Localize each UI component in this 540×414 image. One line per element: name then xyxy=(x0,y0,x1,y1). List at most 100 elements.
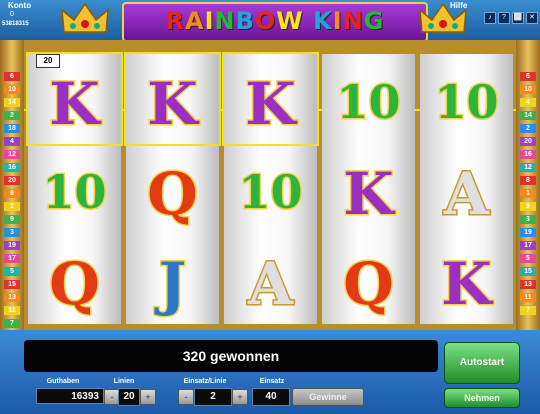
payline-marker: 10 xyxy=(520,85,536,94)
take-win-button[interactable]: Nehmen xyxy=(444,388,520,408)
svg-text:Q: Q xyxy=(343,250,394,318)
guthaben-label: Guthaben xyxy=(46,378,80,385)
logo-letter: K xyxy=(313,7,333,35)
svg-text:Q: Q xyxy=(147,160,198,228)
win-highlight xyxy=(124,52,221,146)
autostart-button[interactable]: Autostart xyxy=(444,342,520,384)
svg-text:K: K xyxy=(343,160,396,228)
reel-symbol: Q xyxy=(322,234,415,324)
payline-marker: 8 xyxy=(4,189,20,198)
logo-letter: I xyxy=(204,7,215,35)
payline-marker: 2 xyxy=(520,124,536,133)
payline-marker: 14 xyxy=(4,98,20,107)
win-line-badge: 20 xyxy=(36,54,60,68)
reel-symbol: A xyxy=(224,234,317,324)
payline-marker: 19 xyxy=(4,241,20,250)
payline-marker: 9 xyxy=(4,215,20,224)
help-icon[interactable]: ? xyxy=(498,12,510,24)
payline-marker: 6 xyxy=(4,72,20,81)
game-logo: RAINBOW KING xyxy=(124,7,426,35)
einsatz-linie-value: 2 xyxy=(194,388,232,406)
reel-symbol: 10 xyxy=(224,144,317,234)
help-link[interactable]: Hilfe xyxy=(450,1,467,10)
logo-letter: O xyxy=(254,7,277,35)
payline-marker: 16 xyxy=(4,163,20,172)
guthaben-value: 16393 xyxy=(36,388,104,404)
reel: 10 K Q xyxy=(322,54,415,324)
payline-marker: 17 xyxy=(4,254,20,263)
reel-symbol: 10 xyxy=(28,144,121,234)
control-panel: 320 gewonnen Autostart Nehmen Guthaben 1… xyxy=(0,330,540,414)
logo-letter: N xyxy=(214,7,236,35)
svg-text:A: A xyxy=(443,160,490,228)
svg-text:J: J xyxy=(154,250,186,318)
svg-text:10: 10 xyxy=(434,75,498,129)
payline-marker: 18 xyxy=(4,124,20,133)
payline-marker: 14 xyxy=(520,111,536,120)
payline-marker: 7 xyxy=(4,319,20,328)
payline-marker: 13 xyxy=(4,293,20,302)
einsatz-label: Einsatz xyxy=(259,378,285,385)
logo-letter: N xyxy=(342,7,364,35)
logo-letter xyxy=(304,7,313,35)
einsatz-linie-minus-button[interactable]: - xyxy=(178,389,194,405)
reel-symbol: K xyxy=(420,234,513,324)
svg-text:10: 10 xyxy=(238,165,302,219)
payline-marker: 10 xyxy=(4,85,20,94)
payline-marker: 19 xyxy=(520,228,536,237)
payline-marker: 1 xyxy=(520,189,536,198)
linien-plus-button[interactable]: + xyxy=(140,389,156,405)
payline-marker: 11 xyxy=(520,293,536,302)
logo-letter: A xyxy=(184,7,205,35)
payline-marker: 5 xyxy=(4,267,20,276)
payline-marker: 3 xyxy=(520,215,536,224)
payline-marker: 8 xyxy=(520,176,536,185)
paylines-right: 6 10 4 14 2 20 16 12 8 1 9 3 19 17 5 15 13 11 7 xyxy=(516,40,540,330)
payline-marker: 20 xyxy=(520,137,536,146)
gewinne-button[interactable]: Gewinne xyxy=(292,388,364,406)
payline-marker: 6 xyxy=(520,72,536,81)
reel-symbol: K xyxy=(322,144,415,234)
linien-value: 20 xyxy=(118,388,140,406)
crown-icon xyxy=(61,2,109,33)
reel: 10 A K xyxy=(420,54,513,324)
reel-symbol: Q xyxy=(126,144,219,234)
fullscreen-icon[interactable]: ⬜ xyxy=(512,12,524,24)
top-bar: Konto 0 53818315 RAINBOW KING Hilfe ♪ ? … xyxy=(0,0,540,42)
logo-letter: W xyxy=(276,7,304,35)
reel-symbol: Q xyxy=(28,234,121,324)
paylines-left: 6 10 14 2 18 4 12 16 20 8 1 9 3 19 17 5 15 13 11 7 xyxy=(0,40,24,330)
payline-marker: 11 xyxy=(4,306,20,315)
einsatz-linie-label: Einsatz/Linie xyxy=(183,378,227,385)
logo-letter: G xyxy=(363,7,385,35)
logo-letter: I xyxy=(332,7,343,35)
sound-icon[interactable]: ♪ xyxy=(484,12,496,24)
payline-marker: 4 xyxy=(520,98,536,107)
win-highlight xyxy=(222,52,319,146)
einsatz-value: 40 xyxy=(252,388,290,406)
payline-marker: 1 xyxy=(4,202,20,211)
einsatz-linie-plus-button[interactable]: + xyxy=(232,389,248,405)
reel-symbol: J xyxy=(126,234,219,324)
payline-marker: 3 xyxy=(4,228,20,237)
payline-marker: 2 xyxy=(4,111,20,120)
payline-marker: 15 xyxy=(520,267,536,276)
payline-marker: 13 xyxy=(520,280,536,289)
payline-marker: 12 xyxy=(4,150,20,159)
payline-marker: 5 xyxy=(520,254,536,263)
svg-text:A: A xyxy=(247,250,294,318)
payline-marker: 12 xyxy=(520,163,536,172)
close-icon[interactable]: ✕ xyxy=(526,12,538,24)
reels-area: K 10 Q K Q J K 10 A 10 K Q 10 A K 20 xyxy=(24,40,516,330)
logo-banner: RAINBOW KING xyxy=(122,2,428,42)
payline-marker: 17 xyxy=(520,241,536,250)
linien-label: Linien xyxy=(113,378,135,385)
konto-label: Konto xyxy=(8,1,32,10)
logo-letter: R xyxy=(165,7,185,35)
reel-symbol: 10 xyxy=(420,54,513,144)
reel-symbol: 10 xyxy=(322,54,415,144)
svg-text:K: K xyxy=(441,250,494,318)
payline-marker: 7 xyxy=(520,306,536,315)
reel-symbol: A xyxy=(420,144,513,234)
payline-marker: 4 xyxy=(4,137,20,146)
